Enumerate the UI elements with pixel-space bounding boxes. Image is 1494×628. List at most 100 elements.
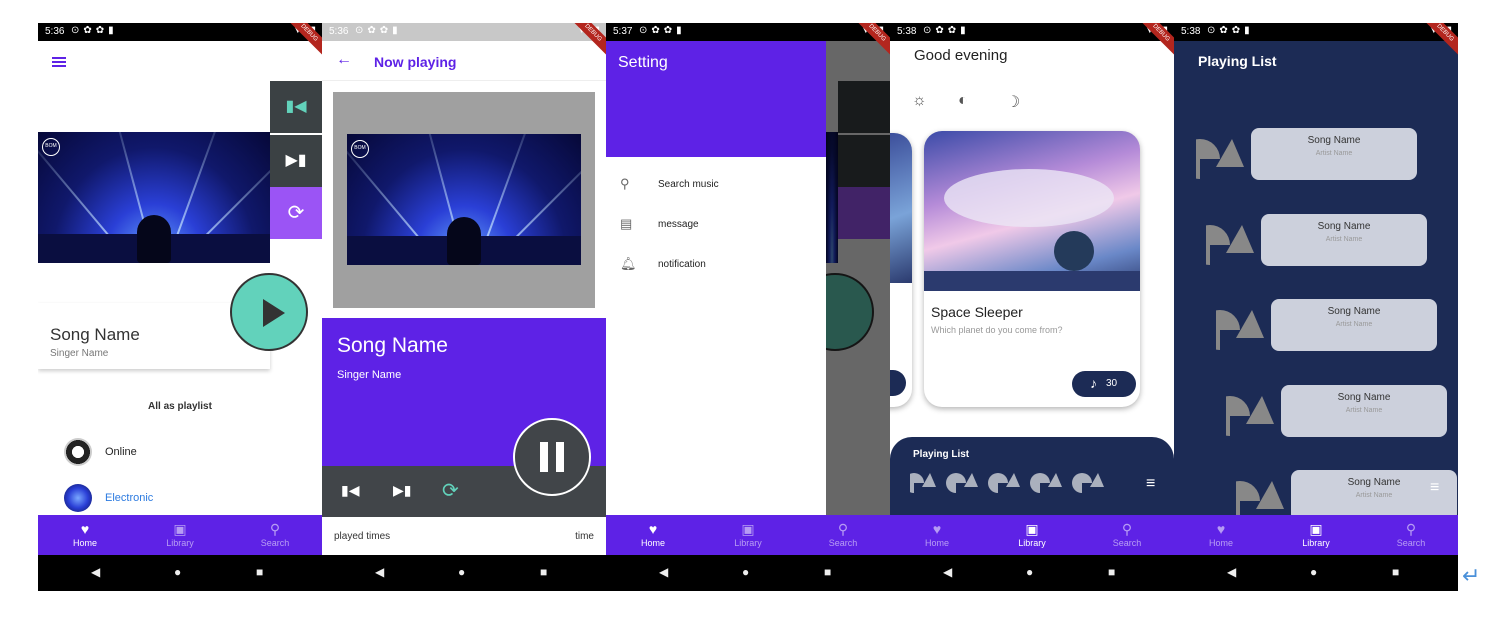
search-icon: ⚲ [269, 521, 281, 537]
recents-icon[interactable]: ■ [824, 565, 831, 579]
home-icon[interactable]: ● [174, 565, 181, 579]
back-arrow-icon[interactable]: ← [336, 51, 352, 69]
album-art: BOM [347, 134, 581, 265]
recents-icon[interactable]: ■ [1392, 565, 1399, 579]
artist-name: Artist Name [1335, 321, 1373, 328]
brightness-icon[interactable]: ◐ [958, 92, 968, 110]
system-nav: ◀ ● ■ [322, 555, 606, 591]
drawer-item-search[interactable]: ⚲ Search music [606, 171, 826, 201]
scrim[interactable] [826, 41, 890, 515]
singer-name: Singer Name [337, 369, 402, 381]
list-menu-icon[interactable]: ≡ [1430, 479, 1439, 497]
recents-icon[interactable]: ■ [1108, 565, 1115, 579]
nav-library[interactable]: ▣ Library [133, 515, 227, 555]
back-icon[interactable]: ◀ [375, 565, 384, 579]
drawer-header: Setting [606, 41, 826, 157]
heart-icon: ♥ [932, 521, 942, 537]
recents-icon[interactable]: ■ [256, 565, 263, 579]
nav-home[interactable]: ♥ Home [606, 515, 700, 555]
nav-home[interactable]: ♥ Home [38, 515, 132, 555]
prev-button[interactable]: ▮◀ [270, 81, 322, 133]
nav-library[interactable]: ▣ Library [701, 515, 795, 555]
list-menu-icon[interactable]: ≡ [1146, 475, 1155, 493]
nav-search[interactable]: ⚲ Search [796, 515, 890, 555]
count-value: 30 [1106, 378, 1118, 389]
nav-library[interactable]: ▣ Library [1269, 515, 1363, 555]
moon-icon[interactable]: ☽ [1006, 92, 1020, 112]
list-item[interactable]: Song Name Artist Name [1174, 209, 1458, 271]
list-item[interactable]: Song Name Artist Name [1174, 294, 1458, 356]
singer-name: Singer Name [50, 348, 109, 359]
card-title: Space Sleeper [931, 304, 1023, 320]
song-name: Song Name [1327, 306, 1381, 317]
home-icon[interactable]: ● [742, 565, 749, 579]
status-time: 5:38 [1181, 26, 1201, 37]
library-icon: ▣ [741, 521, 755, 537]
card-peek[interactable] [890, 133, 912, 407]
shape-icon [1206, 225, 1254, 265]
count-badge[interactable]: ♪ 30 [1072, 371, 1136, 397]
song-name: Song Name [337, 334, 448, 357]
system-nav: ◀ ● ■ [38, 555, 322, 591]
playlist-label: Electronic [105, 492, 154, 504]
status-icons: ⊙✿✿▮ [355, 25, 402, 36]
song-box: Song Name Artist Name [1281, 385, 1447, 437]
system-nav: ◀ ● ■ [1174, 555, 1458, 591]
nav-search[interactable]: ⚲ Search [1364, 515, 1458, 555]
prev-button[interactable]: ▮◀ [341, 482, 359, 499]
status-bar: 5:36 ⊙✿✿▮ ▼◢▮ [38, 23, 322, 41]
next-button[interactable]: ▶▮ [393, 482, 411, 499]
song-box: Song Name Artist Name [1261, 214, 1427, 266]
heart-icon: ♥ [648, 521, 658, 537]
nav-search[interactable]: ⚲ Search [228, 515, 322, 555]
library-icon: ▣ [1025, 521, 1039, 537]
list-item[interactable]: Song Name Artist Name [1174, 380, 1458, 442]
artist-name: Artist Name [1315, 150, 1353, 157]
nav-search[interactable]: ⚲ Search [1080, 515, 1174, 555]
sun-icon[interactable]: ☼ [912, 92, 927, 110]
art-frame: BOM [333, 92, 595, 308]
nav-library[interactable]: ▣ Library [985, 515, 1079, 555]
home-icon[interactable]: ● [1310, 565, 1317, 579]
system-nav: ◀ ● ■ [890, 555, 1174, 591]
drawer-item-notification[interactable]: 🔔︎ notification [606, 251, 826, 281]
back-icon[interactable]: ◀ [943, 565, 952, 579]
nav-home[interactable]: ♥ Home [890, 515, 984, 555]
played-times-label: played times [334, 531, 391, 542]
status-bar: 5:37 ⊙✿✿▮ ▼◢▮ [606, 23, 890, 41]
menu-icon[interactable] [52, 57, 66, 67]
play-button[interactable] [230, 273, 308, 351]
song-card[interactable]: Space Sleeper Which planet do you come f… [924, 131, 1140, 407]
system-nav: ◀ ● ■ [606, 555, 890, 591]
shape-icon [1216, 310, 1264, 350]
back-icon[interactable]: ◀ [1227, 565, 1236, 579]
card-subtitle: Which planet do you come from? [931, 325, 1063, 335]
recents-icon[interactable]: ■ [540, 565, 547, 579]
back-icon[interactable]: ◀ [659, 565, 668, 579]
drawer-item-label: message [658, 219, 699, 230]
drawer: Setting ⚲ Search music ▤ message 🔔︎ noti… [606, 41, 826, 515]
status-icons: ⊙✿✿▮ [639, 25, 686, 36]
nav-home[interactable]: ♥ Home [1174, 515, 1268, 555]
pause-button[interactable] [513, 418, 591, 496]
drawer-item-message[interactable]: ▤ message [606, 211, 826, 241]
heart-icon: ♥ [80, 521, 90, 537]
back-icon[interactable]: ◀ [91, 565, 100, 579]
repeat-button[interactable]: ⟳ [442, 478, 459, 503]
artist-name: Artist Name [1325, 236, 1363, 243]
bottom-nav: ♥ Home ▣ Library ⚲ Search [1174, 515, 1458, 555]
electronic-avatar [64, 484, 92, 512]
whale-artwork [924, 131, 1140, 291]
status-bar: 5:38 ⊙✿✿▮ ▼◢▮ [890, 23, 1174, 41]
list-item[interactable]: Song Name Artist Name [1174, 123, 1458, 185]
library-screen: 5:38 ⊙✿✿▮ ▼◢▮ DEBUG Good evening ☼ ◐ ☽ S… [890, 23, 1174, 591]
app-bar: ← Now playing [322, 41, 606, 81]
next-button[interactable]: ▶▮ [270, 135, 322, 187]
repeat-button[interactable]: ⟳ [270, 187, 322, 239]
playing-list-title: Playing List [913, 449, 970, 460]
shape-icon [1226, 396, 1274, 436]
pause-icon [540, 442, 548, 472]
home-icon[interactable]: ● [458, 565, 465, 579]
home-icon[interactable]: ● [1026, 565, 1033, 579]
song-name: Song Name [50, 325, 140, 344]
